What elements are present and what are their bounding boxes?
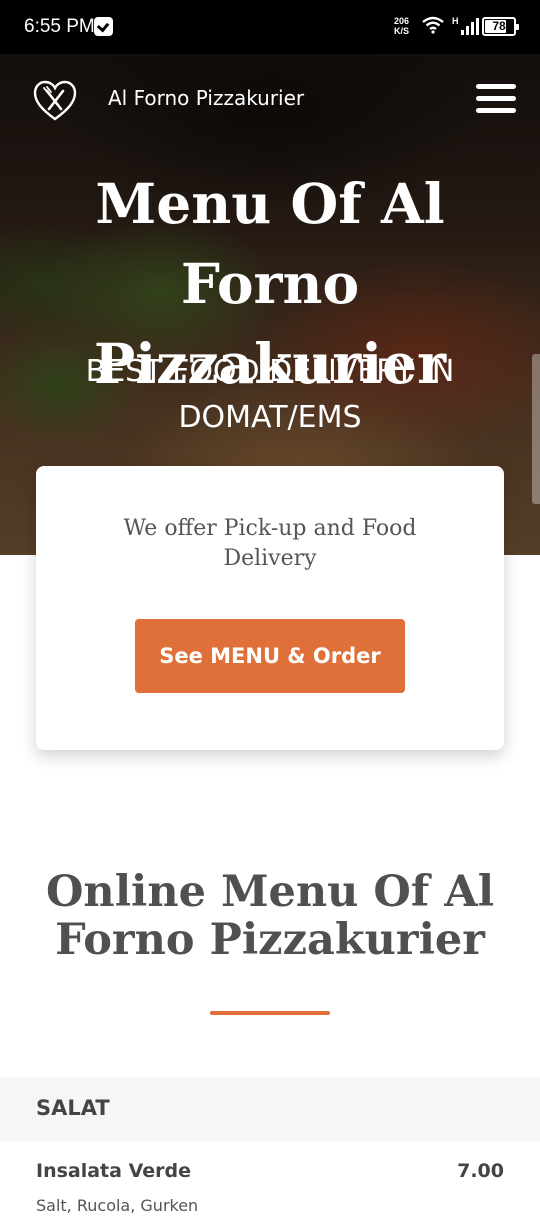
signal-icon: H (452, 16, 479, 35)
section-title: Online Menu Of Al Forno Pizzakurier (45, 867, 495, 965)
hero-subtitle: BEST FOOD DELIVERY IN DOMAT/EMS (85, 354, 455, 435)
section-divider (210, 1011, 330, 1015)
category-name: SALAT (36, 1096, 110, 1120)
menu-item-name[interactable]: Insalata Verde (36, 1160, 191, 1182)
category-header[interactable]: SALAT (0, 1077, 540, 1141)
network-speed: 206 K/S (394, 16, 409, 36)
brand-name[interactable]: Al Forno Pizzakurier (108, 86, 304, 110)
battery-icon: 78 (482, 17, 519, 36)
fork-knife-heart-icon[interactable] (33, 79, 77, 123)
menu-line (476, 96, 516, 101)
network-speed-unit: K/S (394, 26, 410, 36)
battery-level: 78 (492, 19, 506, 33)
see-menu-order-button[interactable]: See MENU & Order (135, 619, 405, 693)
vpn-key-icon (94, 17, 113, 36)
network-type: H (452, 16, 459, 26)
order-card: We offer Pick-up and Food Delivery See M… (36, 466, 504, 750)
status-time: 6:55 PM (24, 16, 95, 37)
menu-item-description: Salt, Rucola, Gurken (36, 1196, 199, 1215)
menu-line (476, 84, 516, 89)
network-speed-value: 206 (394, 16, 410, 26)
hamburger-menu-icon[interactable] (476, 84, 516, 114)
scrollbar[interactable] (532, 354, 540, 504)
wifi-icon (422, 16, 444, 34)
menu-item-price: 7.00 (457, 1160, 504, 1182)
menu-line (476, 108, 516, 113)
card-text: We offer Pick-up and Food Delivery (123, 516, 417, 571)
status-bar: 6:55 PM 206 K/S H 78 (0, 0, 540, 54)
